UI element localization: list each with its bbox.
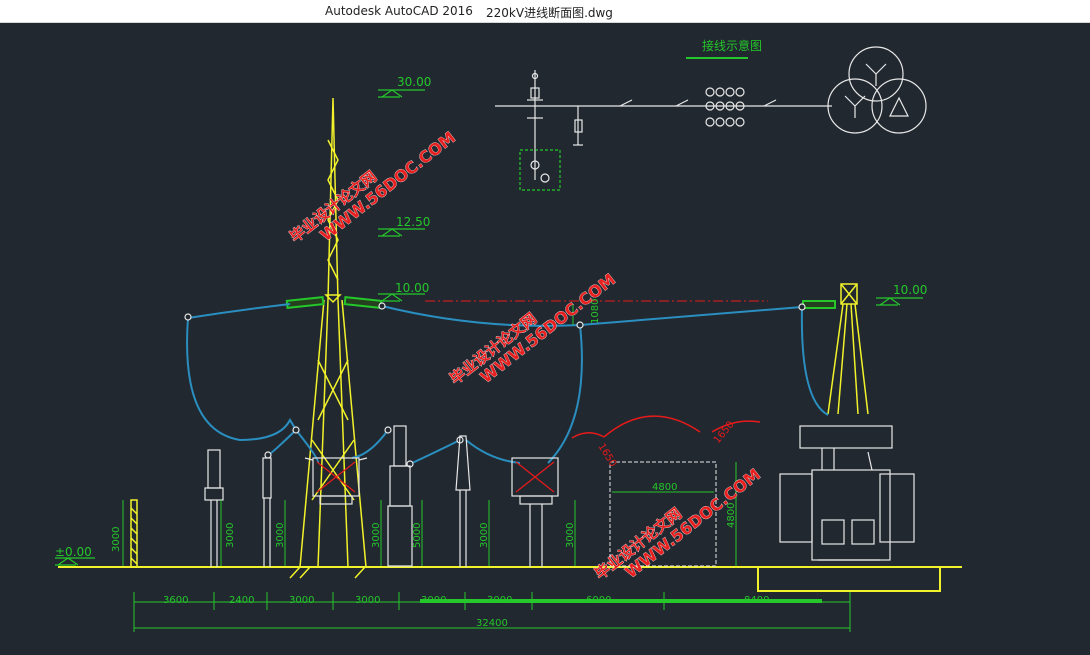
level-top: 30.00 [397,75,431,89]
height-label: 3000 [111,527,122,552]
fence-post [130,499,138,568]
spacing-label: 3000 [355,595,380,606]
cad-drawing[interactable]: 接线示意图 30.00 12.50 10.00 10.00 ±0.00 3000… [0,22,1090,651]
spacing-label: 3000 [289,595,314,606]
height-label: 5000 [412,523,423,548]
watermark-url: WWW.56DOC.COM [622,465,764,582]
height-label-group: 3000 3000 3000 3000 5000 3000 3000 4800 … [111,299,737,552]
level-ground: ±0.00 [55,545,92,559]
level-markers: 30.00 12.50 10.00 10.00 ±0.00 [55,75,927,566]
spacing-label: 8400 [744,595,769,606]
diagram-title: 接线示意图 [702,38,762,53]
box-width-label: 4800 [652,482,677,493]
watermark-url: WWW.56DOC.COM [477,270,619,387]
spacing-label: 3000 [421,595,446,606]
main-transformer [779,425,915,561]
gantry-tower [289,97,367,579]
level-mid: 12.50 [396,215,430,229]
spacing-label: 3600 [163,595,188,606]
spacing-label: 3000 [487,595,512,606]
conductor-joints [184,302,806,468]
ct-cluster [705,87,745,127]
document-title: 220kV进线断面图.dwg [486,6,613,20]
title-bar: Autodesk AutoCAD 2016 220kV进线断面图.dwg [0,0,1090,23]
watermarks: 毕业设计论文网 WWW.56DOC.COM 毕业设计论文网 WWW.56DOC.… [286,128,764,584]
total-label: 32400 [476,618,508,629]
spacing-label: 2400 [229,595,254,606]
level-beam-left: 10.00 [395,281,429,295]
spacing-label: 6000 [586,595,611,606]
height-label: 3000 [565,523,576,548]
level-beam-right: 10.00 [893,283,927,297]
height-label: 3000 [275,523,286,548]
clearance-label: 1650 [712,419,737,446]
transformer-pit [757,567,941,592]
transformer-symbol [827,46,927,134]
height-label: 3000 [225,523,236,548]
app-title: Autodesk AutoCAD 2016 [325,4,473,18]
wiring-diagram: 接线示意图 [495,38,927,191]
drawing-canvas[interactable]: 接线示意图 30.00 12.50 10.00 10.00 ±0.00 3000… [0,22,1090,651]
clearance-label: 1650 [595,442,618,469]
height-label: 3000 [371,523,382,548]
height-label: 3000 [479,523,490,548]
watermark-url: WWW.56DOC.COM [317,128,459,245]
